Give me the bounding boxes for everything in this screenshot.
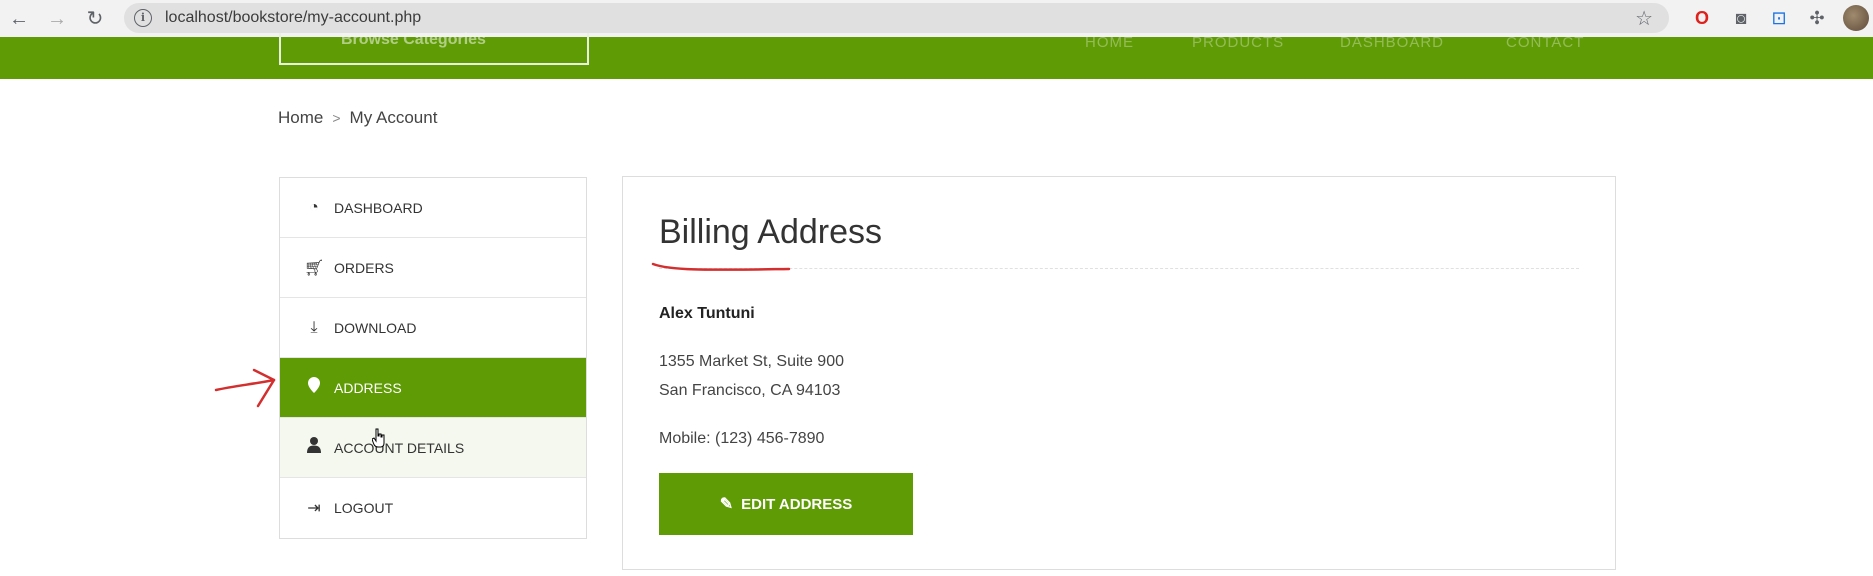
annotation-arrow [214,368,276,408]
page-title: Billing Address [659,213,883,251]
sidebar-item-label: ACCOUNT DETAILS [334,439,465,456]
sidebar-item-address[interactable]: ADDRESS [280,358,586,418]
breadcrumb-current: My Account [349,108,438,127]
mobile-number: Mobile: (123) 456-7890 [659,430,825,447]
browser-toolbar: ← → ↻ i localhost/bookstore/my-account.p… [0,0,1873,37]
sidebar-item-logout[interactable]: ⇥ LOGOUT [280,478,586,538]
edit-address-label: EDIT ADDRESS [741,495,853,513]
title-divider [659,268,1579,269]
user-icon [304,437,324,458]
menu-home[interactable]: HOME [1085,34,1134,51]
site-header: Browse Categories HOME PRODUCTS DASHBOAR… [0,31,1873,79]
camera-icon[interactable]: ◙ [1727,4,1755,32]
puzzle-icon[interactable]: ✣ [1803,4,1831,32]
opera-icon[interactable]: O [1688,4,1716,32]
sidebar-item-label: LOGOUT [334,500,394,516]
edit-icon: ✎ [719,496,734,513]
breadcrumb: Home > My Account [278,108,437,128]
sidebar-item-account-details[interactable]: ACCOUNT DETAILS [280,418,586,478]
sidebar-item-label: ORDERS [334,259,394,276]
back-icon[interactable]: ← [4,4,34,34]
edit-address-button[interactable]: ✎ EDIT ADDRESS [659,473,913,535]
breadcrumb-home[interactable]: Home [278,108,323,127]
forward-icon[interactable]: → [42,4,72,34]
star-icon[interactable]: ☆ [1635,6,1653,31]
sidebar-item-label: DOWNLOAD [334,319,417,336]
sidebar-item-dashboard[interactable]: ◔ DASHBOARD [280,178,586,238]
menu-dashboard[interactable]: DASHBOARD [1340,34,1444,51]
screenshot-icon[interactable]: ⊡ [1765,4,1793,32]
address-line-1: 1355 Market St, Suite 900 [659,353,844,370]
dashboard-icon: ◔ [309,198,319,216]
cart-icon: 🛒︎ [304,259,325,277]
menu-products[interactable]: PRODUCTS [1192,34,1284,51]
billing-address-panel: Billing Address Alex Tuntuni 1355 Market… [622,176,1616,570]
breadcrumb-separator: > [332,110,341,126]
sidebar-item-label: ADDRESS [334,379,402,396]
address-bar[interactable]: i localhost/bookstore/my-account.php ☆ [124,3,1669,33]
hand-cursor-icon [372,428,385,448]
billing-name: Alex Tuntuni [659,305,755,322]
annotation-underline [651,262,791,271]
address-line-2: San Francisco, CA 94103 [659,382,841,399]
browse-categories-label: Browse Categories [341,31,486,48]
sidebar-item-label: DASHBOARD [334,199,423,216]
browse-categories-button[interactable]: Browse Categories [279,31,589,65]
info-icon[interactable]: i [134,9,152,27]
logout-icon: ⇥ [307,500,321,517]
profile-avatar[interactable] [1843,5,1869,31]
account-sidebar: ◔ DASHBOARD 🛒︎ ORDERS ⤓ DOWNLOAD ADDRESS… [279,177,587,539]
download-icon: ⤓ [310,318,318,336]
url-text[interactable]: localhost/bookstore/my-account.php [165,9,421,27]
sidebar-item-orders[interactable]: 🛒︎ ORDERS [280,238,586,298]
reload-icon[interactable]: ↻ [80,4,110,34]
sidebar-item-download[interactable]: ⤓ DOWNLOAD [280,298,586,358]
menu-contact[interactable]: CONTACT [1506,34,1584,51]
map-marker-icon [304,377,324,398]
